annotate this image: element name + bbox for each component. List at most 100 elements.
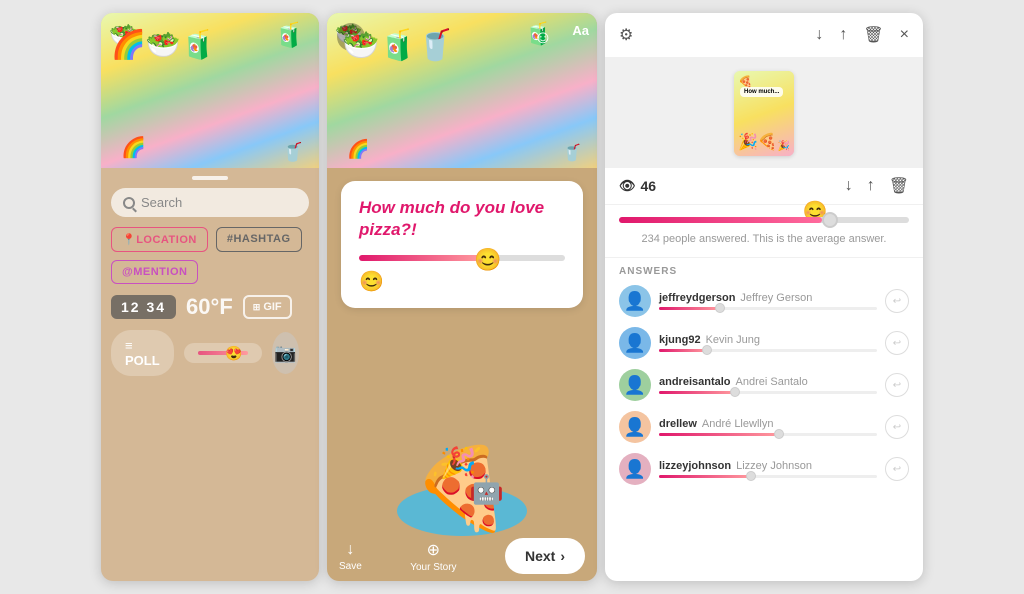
- slider-thumb-dot: [822, 212, 838, 228]
- answer-slider-dot: [715, 303, 725, 313]
- hashtag-sticker[interactable]: #HASHTAG: [216, 227, 302, 252]
- answer-realname: André Llewllyn: [702, 418, 774, 430]
- stats-share-icon[interactable]: ↑: [867, 177, 875, 195]
- answer-avatar: 👤: [619, 285, 651, 317]
- your-story-button[interactable]: ⊕ Your Story: [410, 540, 456, 573]
- sticker-row-1: 📍LOCATION #HASHTAG @MENTION: [101, 227, 319, 284]
- answer-slider-dot: [774, 429, 784, 439]
- answer-row: 👤 kjung92 Kevin Jung ↩: [619, 327, 909, 359]
- slider-average-section: 😊 234 people answered. This is the avera…: [605, 205, 923, 258]
- answer-info: drellew André Llewllyn: [659, 418, 877, 436]
- reply-button[interactable]: ↩: [885, 415, 909, 439]
- action-icons-row: ↓ ↑ 🗑: [845, 176, 909, 196]
- answer-avatar: 👤: [619, 369, 651, 401]
- slider-display: 😊: [619, 217, 909, 223]
- mention-sticker[interactable]: @MENTION: [111, 260, 198, 284]
- answer-username: jeffreydgerson: [659, 292, 735, 304]
- answer-slider: [659, 391, 877, 394]
- number-sticker[interactable]: 12 34: [111, 295, 176, 319]
- answer-slider-fill: [659, 433, 779, 436]
- story-top-photo: 🥗 🧃 🌈 🥤 × ☺ Aa: [327, 13, 597, 168]
- trash-icon[interactable]: 🗑: [863, 25, 883, 45]
- stats-row: 👁 46 ↓ ↑ 🗑: [605, 168, 923, 205]
- pizza-slider-thumb: 😊: [474, 247, 501, 273]
- preview-area: 🍕 🎉 How much...: [605, 58, 923, 168]
- chevron-right-icon: ›: [560, 548, 565, 564]
- answer-info: lizzeyjohnson Lizzey Johnson: [659, 460, 877, 478]
- answers-panel: ⚙ ↓ ↑ 🗑 × 🍕 🎉 How much... 👁 46: [605, 13, 923, 581]
- emoji-slider-sticker[interactable]: 😍: [184, 343, 262, 363]
- search-bar[interactable]: Search: [111, 188, 309, 217]
- answer-info: kjung92 Kevin Jung: [659, 334, 877, 352]
- average-slider-track: [619, 217, 909, 223]
- view-count-display: 👁 46: [619, 178, 656, 194]
- sticker-row-3: ≡ POLL 😍 📷: [101, 330, 319, 376]
- gif-sticker[interactable]: ⊞ GIF: [243, 295, 292, 319]
- panel3-header: ⚙ ↓ ↑ 🗑 ×: [605, 13, 923, 58]
- answer-names: andreisantalo Andrei Santalo: [659, 376, 877, 388]
- slider-emoji-mini: 😍: [225, 345, 242, 362]
- temperature-sticker[interactable]: 60°F: [186, 294, 233, 320]
- answer-username: andreisantalo: [659, 376, 731, 388]
- answer-realname: Jeffrey Gerson: [740, 292, 812, 304]
- camera-button[interactable]: 📷: [272, 332, 299, 374]
- reply-button[interactable]: ↩: [885, 289, 909, 313]
- save-button[interactable]: ↓ Save: [339, 541, 362, 572]
- preview-thumbnail: 🍕 🎉 How much...: [734, 71, 794, 156]
- answer-slider-fill: [659, 391, 735, 394]
- view-count-number: 46: [641, 178, 657, 194]
- settings-icon[interactable]: ⚙: [619, 25, 633, 45]
- answer-row: 👤 jeffreydgerson Jeffrey Gerson ↩: [619, 285, 909, 317]
- answer-slider-fill: [659, 307, 720, 310]
- poll-sticker[interactable]: ≡ POLL: [111, 330, 174, 376]
- answer-row: 👤 andreisantalo Andrei Santalo ↩: [619, 369, 909, 401]
- download-icon[interactable]: ↓: [815, 26, 823, 44]
- answer-slider: [659, 307, 877, 310]
- answer-slider-dot: [702, 345, 712, 355]
- answers-list: 👤 jeffreydgerson Jeffrey Gerson ↩ 👤 kjun: [619, 285, 909, 485]
- pizza-emoji-below: 😊: [359, 269, 565, 294]
- answers-title: ANSWERS: [619, 266, 909, 277]
- reply-button[interactable]: ↩: [885, 373, 909, 397]
- text-button[interactable]: Aa: [572, 23, 589, 38]
- answer-slider: [659, 349, 877, 352]
- panel1-photo: 🥗 🧃 🌈 🥤: [101, 13, 319, 168]
- question-text: How much do you love pizza?!: [359, 197, 565, 241]
- answer-names: jeffreydgerson Jeffrey Gerson: [659, 292, 877, 304]
- average-text: 234 people answered. This is the average…: [619, 233, 909, 245]
- food-art-area: 🍕 🎉 🤖: [327, 336, 597, 536]
- story-bottom-bar: ↓ Save ⊕ Your Story Next ›: [327, 531, 597, 581]
- pizza-slider-track[interactable]: 😊: [359, 255, 565, 261]
- answer-avatar: 👤: [619, 453, 651, 485]
- answer-row: 👤 drellew André Llewllyn ↩: [619, 411, 909, 443]
- answer-slider-dot: [730, 387, 740, 397]
- answer-realname: Lizzey Johnson: [736, 460, 812, 472]
- close-button[interactable]: ×: [337, 23, 365, 51]
- answer-realname: Kevin Jung: [706, 334, 760, 346]
- story-editor-panel: 🥗 🧃 🌈 🥤 × ☺ Aa How much do you love pizz…: [327, 13, 597, 581]
- stats-download-icon[interactable]: ↓: [845, 177, 853, 195]
- sticker-button[interactable]: ☺: [529, 23, 557, 51]
- answer-slider: [659, 433, 877, 436]
- answer-slider-fill: [659, 349, 707, 352]
- share-icon[interactable]: ↑: [839, 26, 847, 44]
- answer-avatar: 👤: [619, 411, 651, 443]
- sticker-panel: 🥗 🧃 🌈 🥤 Search 📍LOCATION #HASHTAG @MENTI…: [101, 13, 319, 581]
- answer-names: drellew André Llewllyn: [659, 418, 877, 430]
- reply-button[interactable]: ↩: [885, 457, 909, 481]
- next-button[interactable]: Next ›: [505, 538, 585, 574]
- mention-sticker-label: @MENTION: [122, 266, 187, 278]
- pizza-question-card: How much do you love pizza?! 😊 😊: [341, 181, 583, 308]
- answer-names: kjung92 Kevin Jung: [659, 334, 877, 346]
- answer-info: andreisantalo Andrei Santalo: [659, 376, 877, 394]
- search-icon: [123, 197, 135, 209]
- stats-trash-icon[interactable]: 🗑: [889, 176, 909, 196]
- slider-fill: [619, 217, 822, 223]
- reply-button[interactable]: ↩: [885, 331, 909, 355]
- answer-username: kjung92: [659, 334, 701, 346]
- close-icon[interactable]: ×: [900, 26, 909, 44]
- location-sticker[interactable]: 📍LOCATION: [111, 227, 208, 252]
- sticker-row-2: 12 34 60°F ⊞ GIF: [101, 294, 319, 320]
- answer-slider: [659, 475, 877, 478]
- hashtag-sticker-label: #HASHTAG: [227, 233, 291, 245]
